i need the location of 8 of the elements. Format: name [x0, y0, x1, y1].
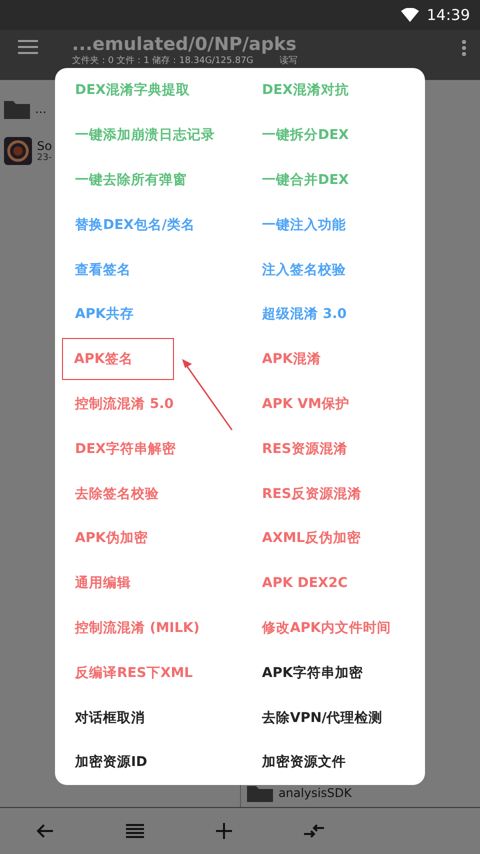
- storage-info: 文件夹：0 文件：1 储存：18.34G/125.87G: [72, 56, 254, 67]
- path-title: ...emulated/0/NP/apks: [72, 34, 298, 56]
- file-name: ...: [35, 102, 46, 116]
- access-mode: 读写: [279, 56, 298, 67]
- file-name: analysisSDK: [278, 786, 352, 800]
- file-date: 23-: [37, 153, 52, 163]
- file-name: So: [37, 139, 52, 153]
- clock: 14:39: [426, 6, 470, 24]
